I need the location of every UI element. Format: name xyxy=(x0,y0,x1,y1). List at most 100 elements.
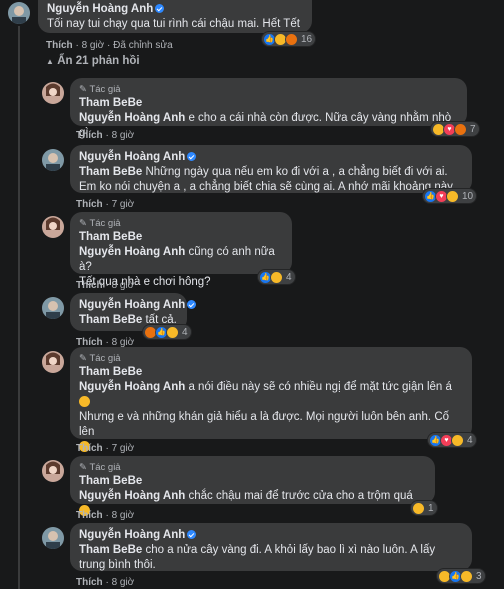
reply-actions: Thích · 7 giờ xyxy=(76,443,135,454)
angry-reaction-icon xyxy=(285,32,298,46)
reply-bubble: Nguyễn Hoàng Anh Tham BeBe cho a nửa cây… xyxy=(70,523,472,571)
smile-emoji-icon xyxy=(79,396,90,407)
reaction-summary[interactable]: 👍 ♥ 4 xyxy=(428,433,476,447)
reply-text: Tham BeBe Những ngày qua nếu em ko đi vớ… xyxy=(79,166,456,193)
timestamp[interactable]: 7 giờ xyxy=(112,443,135,454)
reply-text-line2: Nhưng e và những khán giả hiểu a là được… xyxy=(79,411,450,438)
reaction-count: 4 xyxy=(286,271,292,283)
hide-replies-button[interactable]: ▲ Ẩn 21 phản hồi xyxy=(46,55,140,67)
reply-author[interactable]: Tham BeBe xyxy=(79,474,426,489)
mention-link[interactable]: Nguyễn Hoàng Anh xyxy=(79,246,185,258)
pencil-icon: ✎ xyxy=(79,84,87,95)
avatar[interactable] xyxy=(42,149,64,171)
avatar[interactable] xyxy=(42,297,64,319)
pencil-icon: ✎ xyxy=(79,353,87,364)
angry-reaction-icon xyxy=(454,122,467,136)
reaction-count: 16 xyxy=(301,33,313,45)
comment-text: Tối nay tui chạy qua tui rình cái chậu m… xyxy=(47,18,300,30)
mention-link[interactable]: Tham BeBe xyxy=(79,314,142,326)
author-tag: ✎ Tác giả xyxy=(79,84,121,95)
mention-link[interactable]: Tham BeBe xyxy=(79,544,142,556)
reaction-count: 4 xyxy=(467,434,473,446)
reaction-summary[interactable]: 👍 4 xyxy=(143,325,191,339)
reaction-count: 7 xyxy=(470,123,476,135)
edited-label: Đã chỉnh sửa xyxy=(113,40,173,51)
timestamp[interactable]: 8 giờ xyxy=(112,510,135,521)
mention-link[interactable]: Tham BeBe xyxy=(79,166,142,178)
reaction-summary[interactable]: 👍 3 xyxy=(437,569,485,583)
reply-bubble: Nguyễn Hoàng Anh Tham BeBe Những ngày qu… xyxy=(70,145,472,193)
reaction-summary[interactable]: 👍 ♥ 10 xyxy=(423,189,477,203)
reply-text: Nguyễn Hoàng Anh e cho a cái nhà còn đượ… xyxy=(79,112,452,139)
verified-badge-icon xyxy=(187,300,197,309)
thread-line xyxy=(18,26,20,589)
author-tag: ✎ Tác giả xyxy=(79,462,121,473)
reply-text: Nguyễn Hoàng Anh a nói điều này sẽ có nh… xyxy=(79,381,452,393)
reaction-summary[interactable]: 👍 4 xyxy=(258,270,295,284)
mention-link[interactable]: Nguyễn Hoàng Anh xyxy=(79,112,185,124)
pencil-icon: ✎ xyxy=(79,462,87,473)
mention-link[interactable]: Nguyễn Hoàng Anh xyxy=(79,490,185,502)
haha-reaction-icon xyxy=(451,433,464,447)
reply-actions: Thích · 8 giờ xyxy=(76,130,135,141)
reply-bubble: ✎ Tác giả Tham BeBe Nguyễn Hoàng Anh e c… xyxy=(70,78,467,139)
reply-text: Nguyễn Hoàng Anh cũng có anh nữa à? xyxy=(79,246,275,273)
top-comment-bubble: Nguyễn Hoàng Anh Tối nay tui chạy qua tu… xyxy=(38,0,312,33)
avatar[interactable] xyxy=(42,351,64,373)
reply-bubble: ✎ Tác giả Tham BeBe Nguyễn Hoàng Anh a n… xyxy=(70,347,472,452)
reply-actions: Thích · 8 giờ xyxy=(76,280,135,291)
reply-author[interactable]: Tham BeBe xyxy=(79,365,463,380)
reply-actions: Thích · 8 giờ xyxy=(76,510,135,521)
reply-author[interactable]: Tham BeBe xyxy=(79,230,283,245)
reply-text: Tham BeBe cho a nửa cây vàng đi. A khỏi … xyxy=(79,544,436,571)
like-button[interactable]: Thích xyxy=(76,199,103,210)
collapse-arrow-icon: ▲ xyxy=(46,57,54,66)
reaction-summary[interactable]: 👍 16 xyxy=(262,32,316,46)
verified-badge-icon xyxy=(155,4,165,13)
like-button[interactable]: Thích xyxy=(76,577,103,588)
hide-replies-label: Ẩn 21 phản hồi xyxy=(57,55,140,67)
emoji-line xyxy=(79,395,463,410)
haha-reaction-icon xyxy=(412,501,425,515)
comment-author[interactable]: Nguyễn Hoàng Anh xyxy=(47,2,303,17)
mention-link[interactable]: Nguyễn Hoàng Anh xyxy=(79,381,185,393)
reply-author[interactable]: Nguyễn Hoàng Anh xyxy=(79,298,197,313)
haha-reaction-icon xyxy=(166,325,179,339)
reaction-count: 3 xyxy=(476,570,482,582)
pencil-icon: ✎ xyxy=(79,218,87,229)
timestamp[interactable]: 8 giờ xyxy=(112,130,135,141)
timestamp[interactable]: 8 giờ xyxy=(112,280,135,291)
reaction-summary[interactable]: 1 xyxy=(411,501,437,515)
timestamp[interactable]: 8 giờ xyxy=(112,577,135,588)
reaction-count: 1 xyxy=(428,502,434,514)
like-button[interactable]: Thích xyxy=(76,510,103,521)
reaction-count: 10 xyxy=(462,190,474,202)
like-button[interactable]: Thích xyxy=(76,443,103,454)
reply-author[interactable]: Tham BeBe xyxy=(79,96,458,111)
verified-badge-icon xyxy=(187,152,197,161)
haha-reaction-icon xyxy=(446,189,459,203)
reply-actions: Thích · 8 giờ xyxy=(76,577,135,588)
reply-actions: Thích · 7 giờ xyxy=(76,199,135,210)
emoji-line xyxy=(79,440,463,455)
reaction-count: 4 xyxy=(182,326,188,338)
like-button[interactable]: Thích xyxy=(76,280,103,291)
avatar[interactable] xyxy=(42,216,64,238)
reaction-summary[interactable]: ♥ 7 xyxy=(431,122,479,136)
timestamp[interactable]: 7 giờ xyxy=(112,199,135,210)
reply-author[interactable]: Nguyễn Hoàng Anh xyxy=(79,150,463,165)
avatar[interactable] xyxy=(42,527,64,549)
haha-reaction-icon xyxy=(460,569,473,583)
comment-actions: Thích · 8 giờ · Đã chỉnh sửa xyxy=(46,40,173,51)
verified-badge-icon xyxy=(187,530,197,539)
haha-reaction-icon xyxy=(270,270,283,284)
like-button[interactable]: Thích xyxy=(46,40,73,51)
avatar[interactable] xyxy=(8,2,30,24)
reply-bubble: ✎ Tác giả Tham BeBe Nguyễn Hoàng Anh cũn… xyxy=(70,212,292,288)
author-tag: ✎ Tác giả xyxy=(79,218,121,229)
reply-author[interactable]: Nguyễn Hoàng Anh xyxy=(79,528,463,543)
avatar[interactable] xyxy=(42,460,64,482)
timestamp[interactable]: 8 giờ xyxy=(82,40,105,51)
like-button[interactable]: Thích xyxy=(76,130,103,141)
avatar[interactable] xyxy=(42,82,64,104)
